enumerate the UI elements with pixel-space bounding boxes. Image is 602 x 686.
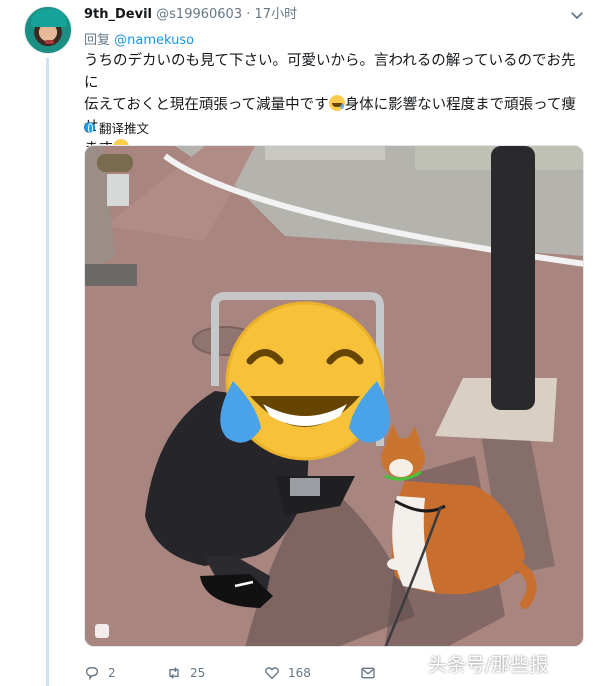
tweet-text-line2-a: 伝えておくと現在頑張って減量中です <box>84 97 329 113</box>
watermark: 头条号/那些报 <box>428 654 549 676</box>
tweet-text-line1: うちのデカいのも見て下さい。可愛いから。言われるの解っているのでお先に <box>84 53 576 91</box>
retweet-icon[interactable] <box>166 665 182 681</box>
message-icon[interactable] <box>360 665 376 681</box>
sleeve-pattern <box>290 478 320 496</box>
reply-icon[interactable] <box>84 665 100 681</box>
display-name[interactable]: 9th_Devil <box>84 7 152 22</box>
like-count: 168 <box>288 666 311 680</box>
tweet-text-line2: 伝えておくと現在頑張って減量中です身体に影響ない程度まで頑張って痩せ <box>84 94 584 138</box>
globe-icon <box>84 122 95 134</box>
chevron-down-icon[interactable] <box>568 6 586 24</box>
retweet-count: 25 <box>190 666 206 680</box>
tweet-header: 9th_Devil @s19960603 · 17小时 <box>84 7 297 23</box>
thread-line <box>46 58 49 686</box>
heart-icon[interactable] <box>264 665 280 681</box>
tweet-time[interactable]: 17小时 <box>255 7 298 22</box>
translate-label[interactable]: 翻译推文 <box>99 118 149 137</box>
shrub <box>97 154 133 172</box>
tweet-text: うちのデカいのも見て下さい。可愛いから。言われるの解っているのでお先に 伝えてお… <box>84 50 584 160</box>
reply-action[interactable]: 2 <box>84 665 166 681</box>
reply-count: 2 <box>108 666 116 680</box>
reply-to-link[interactable]: @namekuso <box>114 33 194 48</box>
message-action[interactable] <box>360 665 376 681</box>
sad-sweat-emoji-icon <box>328 95 345 111</box>
expand-icon[interactable] <box>95 624 109 638</box>
reply-prefix: 回复 <box>84 33 111 48</box>
reply-context: 回复 @namekuso <box>84 29 194 48</box>
separator-dot: · <box>246 7 251 22</box>
avatar-hair <box>31 9 67 27</box>
tweet-photo[interactable] <box>84 145 584 647</box>
like-action[interactable]: 168 <box>264 665 360 681</box>
sign <box>107 174 129 206</box>
translate-tweet[interactable]: 翻译推文 <box>84 118 149 137</box>
photo-scene <box>85 146 583 646</box>
drain-grate <box>85 264 137 286</box>
pole <box>491 146 535 410</box>
tweet-actions: 2 25 168 <box>84 665 376 681</box>
retweet-action[interactable]: 25 <box>166 665 264 681</box>
user-handle[interactable]: @s19960603 <box>156 7 242 22</box>
avatar-lips <box>45 40 54 44</box>
wall <box>265 146 385 160</box>
avatar[interactable] <box>24 6 72 54</box>
